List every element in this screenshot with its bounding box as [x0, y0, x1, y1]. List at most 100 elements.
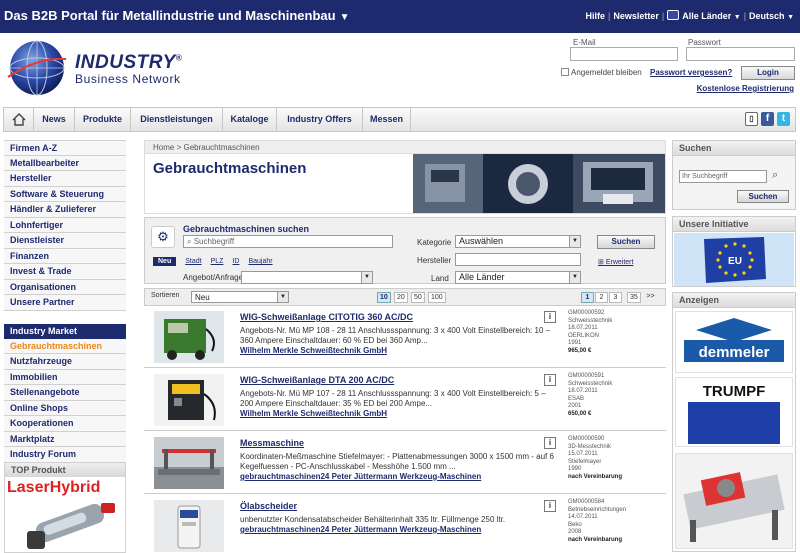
- sort-select[interactable]: Neu ▼: [191, 291, 289, 303]
- sidebar-heading-market[interactable]: Industry Market: [4, 323, 126, 339]
- home-button[interactable]: [4, 108, 34, 131]
- remember-checkbox[interactable]: [561, 68, 569, 76]
- keyword-input[interactable]: ⌕ Suchbegriff: [183, 235, 393, 248]
- ad-trumpf[interactable]: TRUMPF: [675, 377, 793, 447]
- listing-seller[interactable]: Wilhelm Merkle Schweißtechnik GmbH: [240, 409, 560, 419]
- chevron-down-icon: ▼: [569, 236, 580, 247]
- portal-title[interactable]: Das B2B Portal für Metallindustrie und M…: [4, 8, 349, 23]
- per-page-20[interactable]: 20: [394, 292, 408, 303]
- sidebar-item-haendler[interactable]: Händler & Zulieferer: [4, 202, 126, 218]
- tab-stadt[interactable]: Stadt: [185, 258, 201, 265]
- sidebar-item-gebrauchtmaschinen[interactable]: Gebrauchtmaschinen: [4, 338, 126, 354]
- listing-seller[interactable]: Wilhelm Merkle Schweißtechnik GmbH: [240, 346, 560, 356]
- remember-label: Angemeldet bleiben: [571, 68, 642, 77]
- sidebar-item-lohnfertiger[interactable]: Lohnfertiger: [4, 217, 126, 233]
- angebot-select[interactable]: ▼: [241, 271, 373, 284]
- listing-title[interactable]: WIG-Schweißanlage CITOTIG 360 AC/DC: [240, 312, 413, 322]
- quick-search-heading: Suchen: [673, 141, 795, 156]
- email-field[interactable]: [570, 47, 678, 61]
- facebook-icon[interactable]: f: [761, 112, 774, 126]
- page-2[interactable]: 2: [595, 292, 608, 303]
- nav-industry-offers[interactable]: Industry Offers: [277, 108, 363, 131]
- link-newsletter[interactable]: Newsletter: [613, 11, 659, 21]
- listing-seller[interactable]: gebrauchtmaschinen24 Peter Jüttermann We…: [240, 472, 560, 482]
- ad-demmeler[interactable]: demmeler: [675, 311, 793, 373]
- per-page-10[interactable]: 10: [377, 292, 391, 303]
- tab-neu[interactable]: Neu: [153, 257, 177, 266]
- gears-icon: ⚙: [151, 226, 175, 248]
- quick-search-input[interactable]: Ihr Suchbegriff: [679, 170, 767, 183]
- ad-machine-image[interactable]: [675, 453, 793, 549]
- sidebar-item-invest[interactable]: Invest & Trade: [4, 264, 126, 280]
- info-icon[interactable]: i: [544, 374, 556, 386]
- home-icon: [12, 113, 26, 126]
- page-3[interactable]: 3: [609, 292, 622, 303]
- search-button[interactable]: Suchen: [597, 235, 655, 249]
- language-select[interactable]: Deutsch: [749, 11, 785, 21]
- per-page-50[interactable]: 50: [411, 292, 425, 303]
- tab-baujahr[interactable]: Baujahr: [248, 258, 272, 265]
- listing-item[interactable]: WIG-Schweißanlage CITOTIG 360 AC/DC Ange…: [144, 307, 666, 368]
- sidebar-item-forum[interactable]: Industry Forum: [4, 447, 126, 463]
- listing-item[interactable]: Messmaschine Koordinaten-Meßmaschine Sti…: [144, 433, 666, 494]
- advanced-search-link[interactable]: ⊞ Erweitert: [598, 258, 633, 266]
- sidebar-item-kooperationen[interactable]: Kooperationen: [4, 416, 126, 432]
- logo-text[interactable]: INDUSTRY® Business Network: [75, 52, 182, 86]
- twitter-icon[interactable]: t: [777, 112, 790, 126]
- search-icon[interactable]: ⌕: [772, 169, 778, 182]
- info-icon[interactable]: i: [544, 437, 556, 449]
- sidebar-item-nutzfahrzeuge[interactable]: Nutzfahrzeuge: [4, 354, 126, 370]
- sidebar-item-immobilien[interactable]: Immobilien: [4, 369, 126, 385]
- sidebar-item-metallbearbeiter[interactable]: Metallbearbeiter: [4, 155, 126, 171]
- sidebar-item-partner[interactable]: Unsere Partner: [4, 295, 126, 311]
- initiative-heading: Unsere Initiative: [673, 217, 795, 232]
- page-next[interactable]: >>: [644, 292, 657, 303]
- sidebar-item-dienstleister[interactable]: Dienstleister: [4, 233, 126, 249]
- remember-me[interactable]: Angemeldet bleiben: [561, 68, 642, 77]
- sidebar-item-stellenangebote[interactable]: Stellenangebote: [4, 385, 126, 401]
- site-header: INDUSTRY® Business Network E-Mail Passwo…: [0, 33, 800, 105]
- forgot-password-link[interactable]: Passwort vergessen?: [650, 68, 732, 77]
- nav-dienstleistungen[interactable]: Dienstleistungen: [131, 108, 223, 131]
- listing-title[interactable]: Ölabscheider: [240, 501, 297, 511]
- tab-id[interactable]: ID: [232, 258, 239, 265]
- info-icon[interactable]: i: [544, 500, 556, 512]
- listing-title[interactable]: Messmaschine: [240, 438, 304, 448]
- register-link[interactable]: Kostenlose Registrierung: [697, 84, 794, 93]
- eu-flag-image[interactable]: EU: [674, 233, 794, 286]
- listing-title[interactable]: WIG-Schweißanlage DTA 200 AC/DC: [240, 375, 394, 385]
- listing-seller[interactable]: gebrauchtmaschinen24 Peter Jüttermann We…: [240, 525, 560, 535]
- nav-messen[interactable]: Messen: [363, 108, 411, 131]
- nav-kataloge[interactable]: Kataloge: [223, 108, 277, 131]
- sidebar-item-finanzen[interactable]: Finanzen: [4, 248, 126, 264]
- logo-globe-icon[interactable]: [6, 37, 68, 99]
- hersteller-input[interactable]: [455, 253, 581, 266]
- mobile-icon[interactable]: ▯: [745, 112, 758, 126]
- kategorie-select[interactable]: Auswählen ▼: [455, 235, 581, 248]
- login-button[interactable]: Login: [741, 66, 795, 80]
- sidebar-item-firmen[interactable]: Firmen A-Z: [4, 140, 126, 156]
- land-select[interactable]: Alle Länder ▼: [455, 271, 581, 284]
- country-select[interactable]: Alle Länder: [682, 11, 731, 21]
- page-1[interactable]: 1: [581, 292, 594, 303]
- listing-item[interactable]: Ölabscheider unbenutzter Kondensatabsche…: [144, 496, 666, 553]
- quick-search-button[interactable]: Suchen: [737, 190, 789, 203]
- trumpf-logo: TRUMPF: [688, 383, 780, 444]
- page-35[interactable]: 35: [627, 292, 641, 303]
- sidebar-item-marktplatz[interactable]: Marktplatz: [4, 431, 126, 447]
- listing-item[interactable]: WIG-Schweißanlage DTA 200 AC/DC Angebots…: [144, 370, 666, 431]
- sidebar-item-hersteller[interactable]: Hersteller: [4, 171, 126, 187]
- listing-meta: GM00000590 3D-Messtechnik 15.07.2011 Sti…: [568, 436, 664, 481]
- link-hilfe[interactable]: Hilfe: [585, 11, 605, 21]
- breadcrumb-home[interactable]: Home: [153, 143, 174, 152]
- sidebar-item-software[interactable]: Software & Steuerung: [4, 186, 126, 202]
- sidebar-item-online-shops[interactable]: Online Shops: [4, 400, 126, 416]
- tab-plz[interactable]: PLZ: [211, 258, 224, 265]
- per-page-100[interactable]: 100: [428, 292, 446, 303]
- sidebar-item-organisationen[interactable]: Organisationen: [4, 279, 126, 295]
- info-icon[interactable]: i: [544, 311, 556, 323]
- password-field[interactable]: [686, 47, 795, 61]
- top-product-box[interactable]: TOP Produkt LaserHybrid: [4, 462, 126, 553]
- nav-produkte[interactable]: Produkte: [75, 108, 131, 131]
- nav-news[interactable]: News: [34, 108, 75, 131]
